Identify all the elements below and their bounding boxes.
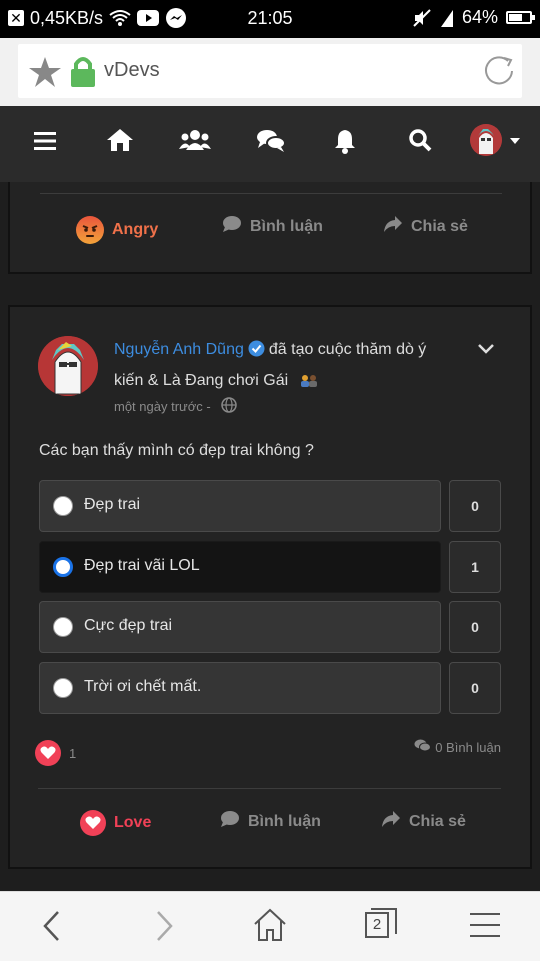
poll-option-4[interactable]: Trời ơi chết mất. — [39, 662, 441, 714]
poll-option-1[interactable]: Đẹp trai — [39, 480, 441, 532]
comment-button[interactable]: Bình luận — [222, 215, 323, 238]
poll-option-count: 0 — [449, 601, 501, 653]
friends-icon[interactable] — [179, 128, 211, 157]
share-button[interactable]: Chia sẻ — [381, 810, 466, 833]
browser-url-bar: vDevs — [0, 38, 540, 106]
author-avatar[interactable] — [38, 336, 98, 396]
tabs-icon[interactable]: 2 — [365, 908, 397, 938]
angry-emoji-icon — [76, 216, 104, 244]
lock-icon — [70, 56, 96, 93]
share-icon — [383, 215, 403, 238]
poll-option-2[interactable]: Đẹp trai vãi LOL — [39, 541, 441, 593]
comment-button[interactable]: Bình luận — [220, 810, 321, 833]
radio-button-selected[interactable] — [53, 557, 73, 577]
tab-count: 2 — [372, 916, 382, 933]
post-time[interactable]: một ngày trước - — [114, 399, 211, 414]
poll-question: Các bạn thấy mình có đẹp trai không ? — [39, 442, 314, 459]
reload-icon[interactable] — [482, 54, 518, 93]
love-icon — [80, 810, 106, 836]
battery-percent: 64% — [461, 7, 498, 27]
browser-bottom-bar — [0, 891, 540, 961]
comment-icon — [220, 810, 240, 833]
radio-button[interactable] — [53, 678, 73, 698]
share-button[interactable]: Chia sẻ — [383, 215, 468, 238]
poll-option-label: Đẹp trai — [84, 496, 141, 513]
reaction-count: 1 — [69, 745, 77, 761]
muted-icon — [412, 8, 432, 28]
search-icon[interactable] — [408, 128, 432, 157]
bell-icon[interactable] — [334, 128, 356, 159]
radio-button[interactable] — [53, 496, 73, 516]
verified-icon — [248, 339, 265, 367]
comment-icon — [222, 215, 242, 238]
people-emoji-icon — [299, 369, 319, 397]
back-icon[interactable] — [42, 910, 62, 947]
poll-option-label: Trời ơi chết mất. — [84, 678, 202, 695]
card-divider — [38, 788, 501, 789]
comments-icon — [414, 739, 432, 755]
love-reaction-button[interactable]: Love — [80, 810, 151, 836]
post-meta: một ngày trước - — [114, 397, 237, 416]
reaction-summary[interactable]: 1 — [35, 740, 76, 766]
menu-icon[interactable] — [470, 912, 500, 943]
card-divider — [40, 193, 502, 194]
status-bar: ✕ 0,45KB/s 21:05 64% — [0, 0, 540, 38]
comment-count-link[interactable]: 0 Bình luận — [414, 739, 501, 755]
love-reaction-icon — [35, 740, 61, 766]
home-icon[interactable] — [253, 908, 287, 947]
caret-down-icon[interactable] — [510, 138, 520, 144]
author-name[interactable]: Nguyễn Anh Dũng — [114, 341, 244, 358]
url-text: vDevs — [104, 59, 160, 81]
radio-button[interactable] — [53, 617, 73, 637]
share-label: Chia sẻ — [411, 217, 468, 235]
poll-option-label: Cực đẹp trai — [84, 617, 173, 634]
comment-label: Bình luận — [248, 812, 321, 830]
poll-option-count: 0 — [449, 480, 501, 532]
post-header: Nguyễn Anh Dũng đã tạo cuộc thăm dò ý kiế… — [114, 336, 454, 397]
home-icon[interactable] — [106, 128, 134, 157]
signal-icon — [440, 9, 454, 27]
url-field[interactable]: vDevs — [18, 44, 522, 98]
poll-option-count: 1 — [449, 541, 501, 593]
comment-label: Bình luận — [250, 217, 323, 235]
previous-post-card: Angry Bình luận Chia sẻ — [8, 182, 532, 274]
star-icon[interactable] — [28, 56, 62, 93]
share-label: Chia sẻ — [409, 812, 466, 830]
globe-icon — [220, 397, 237, 416]
chat-icon[interactable] — [256, 128, 286, 159]
angry-label: Angry — [112, 221, 159, 238]
chevron-down-icon[interactable] — [476, 342, 496, 361]
poll-option-3[interactable]: Cực đẹp trai — [39, 601, 441, 653]
angry-reaction-button[interactable]: Angry — [76, 216, 158, 244]
poll-option-label: Đẹp trai vãi LOL — [84, 557, 200, 574]
forward-icon[interactable] — [154, 910, 174, 947]
site-nav-bar — [0, 106, 540, 182]
comment-count: 0 Bình luận — [435, 739, 501, 755]
avatar[interactable] — [470, 124, 502, 156]
share-icon — [381, 810, 401, 833]
poll-option-count: 0 — [449, 662, 501, 714]
menu-icon[interactable] — [34, 132, 56, 155]
love-label: Love — [114, 814, 152, 831]
battery-icon — [506, 11, 535, 24]
